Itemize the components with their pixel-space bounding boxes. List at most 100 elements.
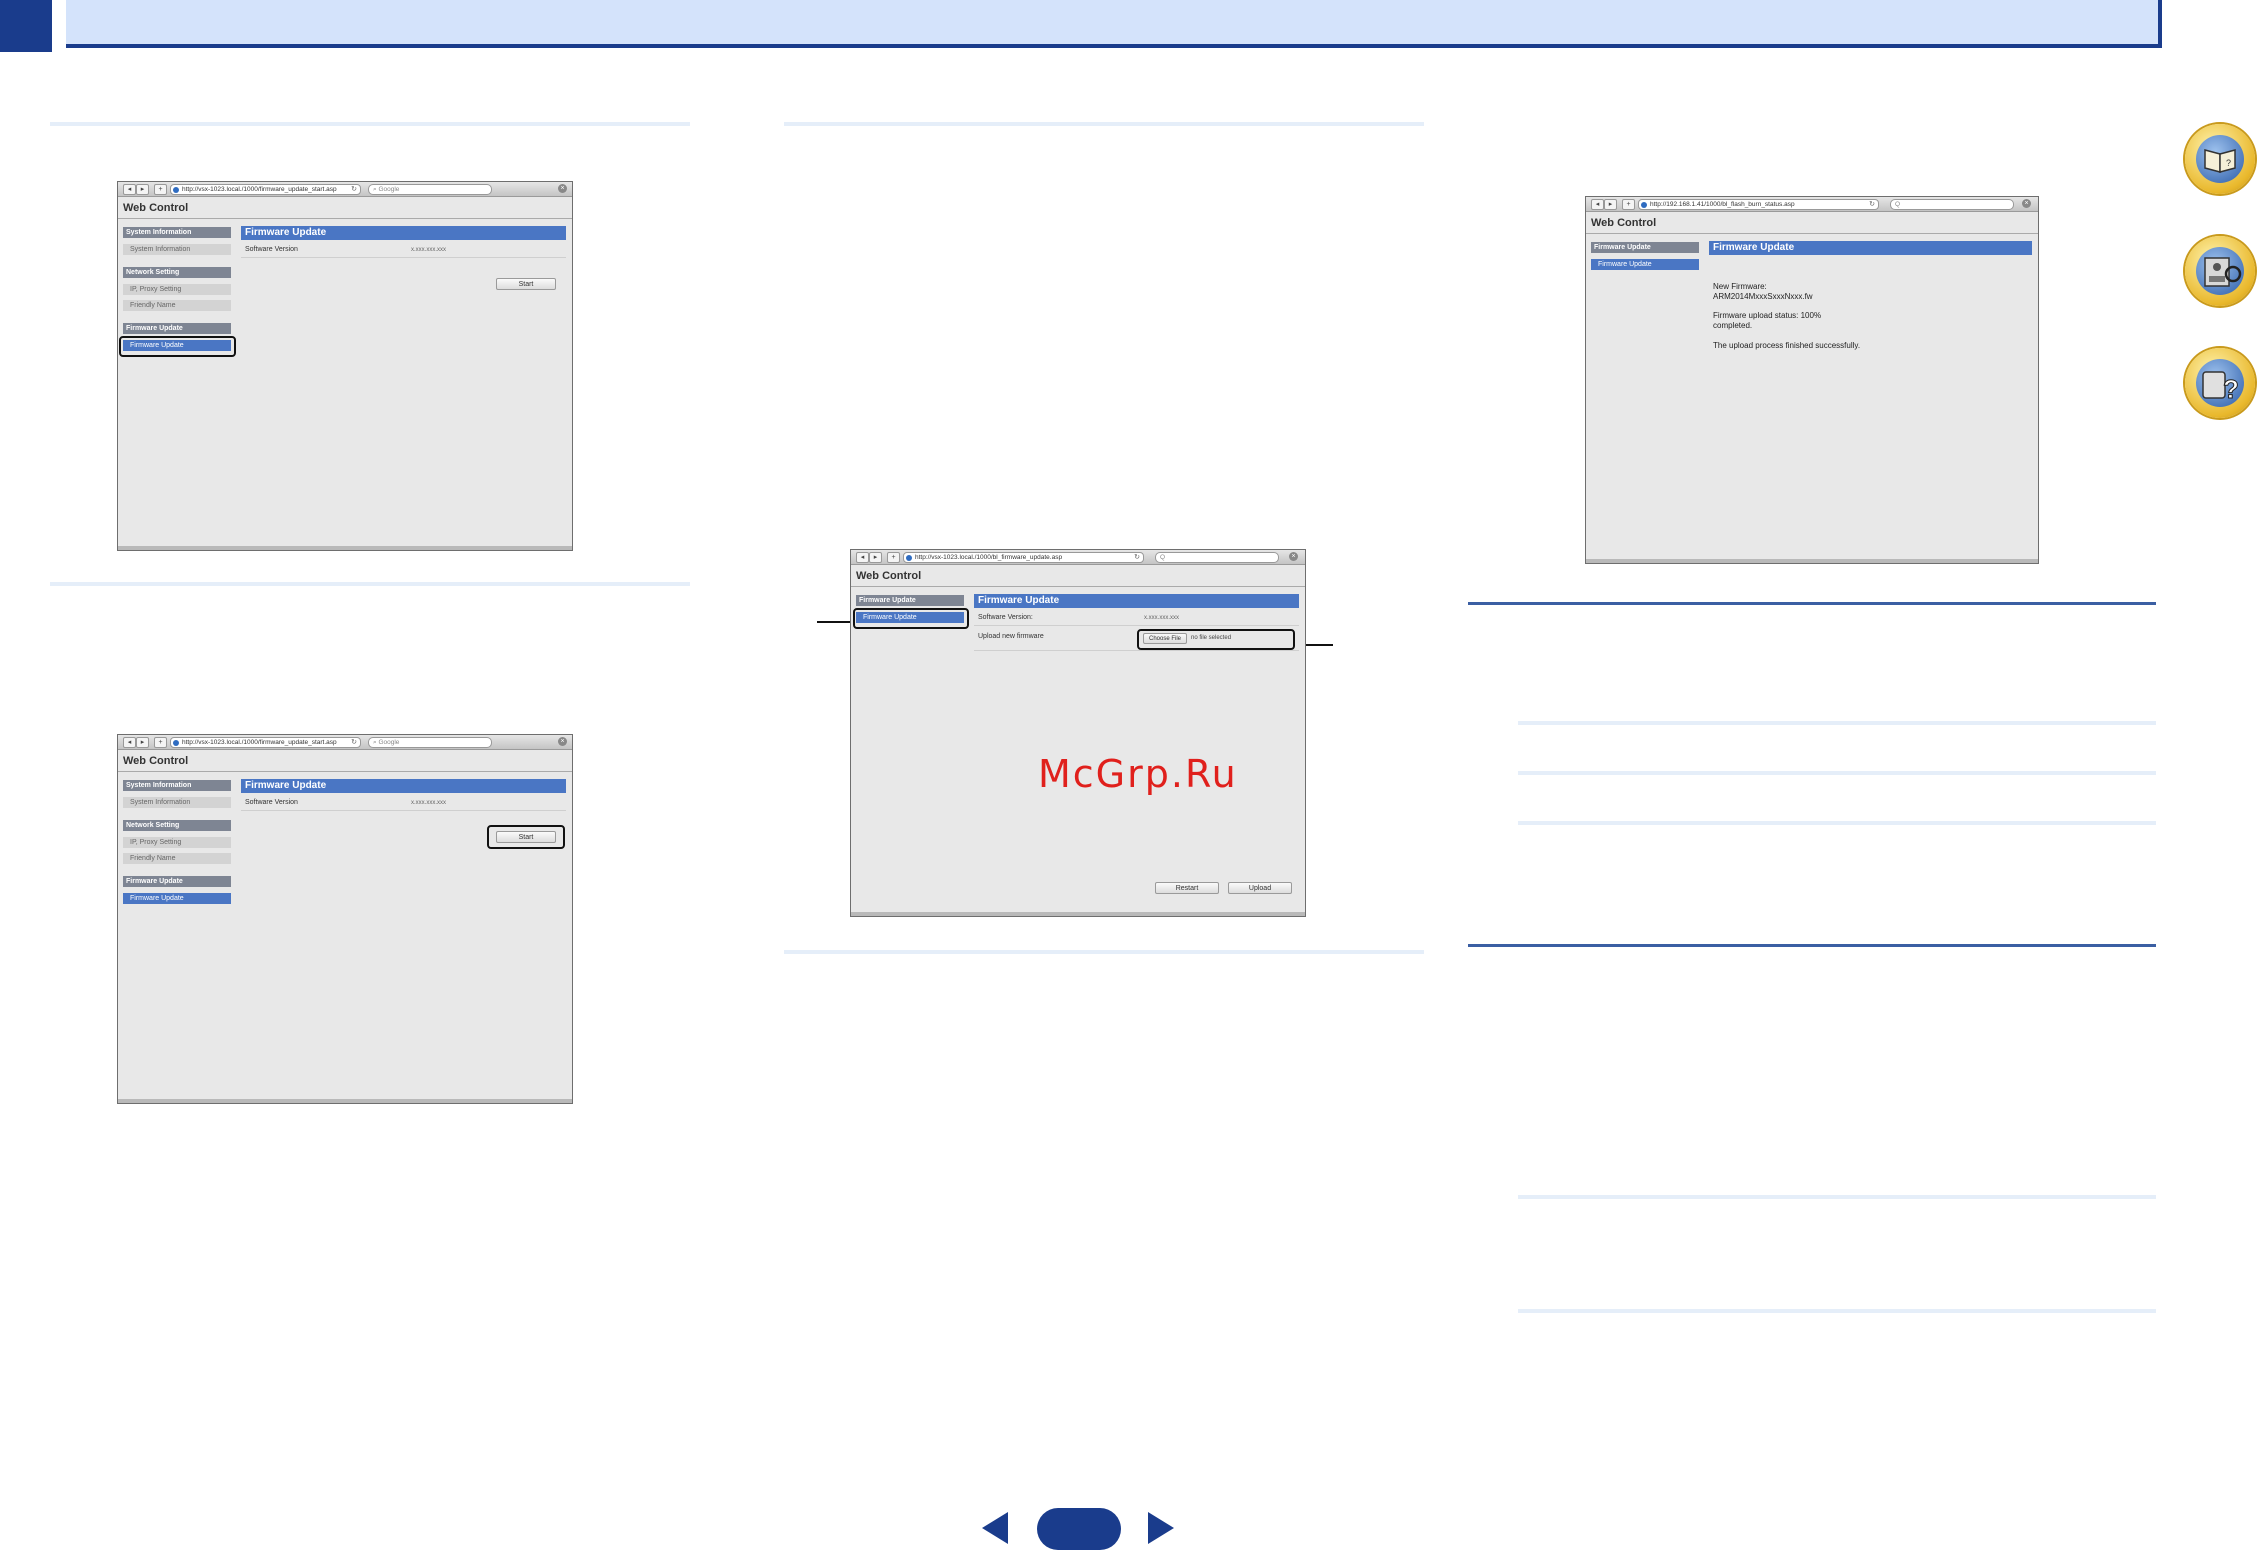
add-tab-icon[interactable]: + bbox=[154, 184, 167, 195]
reload-icon[interactable]: ↻ bbox=[351, 738, 357, 747]
status-bar bbox=[1586, 559, 2038, 563]
new-firmware-filename: ARM2014MxxxSxxxNxxx.fw bbox=[1713, 292, 1813, 301]
software-version-value: x.xxx.xxx.xxx bbox=[411, 800, 447, 806]
section-divider bbox=[1518, 721, 2156, 725]
forward-icon[interactable]: ▸ bbox=[1604, 199, 1617, 210]
address-bar[interactable]: http://vsx-1023.local./1000/bl_firmware_… bbox=[903, 552, 1144, 563]
section-divider bbox=[1468, 602, 2156, 605]
globe-icon bbox=[173, 186, 179, 193]
sidebar-item-ip-proxy[interactable]: IP, Proxy Setting bbox=[123, 837, 231, 848]
callout-box bbox=[119, 336, 236, 357]
search-field[interactable]: Q bbox=[1155, 552, 1279, 563]
watermark-text: McGrp.Ru bbox=[1038, 752, 1238, 796]
screenshot-firmware-start: ◂ ▸ + http://vsx-1023.local./1000/firmwa… bbox=[117, 181, 573, 551]
start-button[interactable]: Start bbox=[496, 278, 556, 290]
search-field[interactable]: Q bbox=[1890, 199, 2014, 210]
section-divider bbox=[784, 950, 1424, 954]
screenshot-upload-firmware: ◂ ▸ + http://vsx-1023.local./1000/bl_fir… bbox=[850, 549, 1306, 917]
header-band bbox=[66, 0, 2162, 48]
page-number-pill[interactable] bbox=[1037, 1508, 1121, 1550]
sidebar-head-firmware: Firmware Update bbox=[123, 876, 231, 887]
close-icon[interactable]: × bbox=[1289, 552, 1298, 561]
web-control-title: Web Control bbox=[123, 755, 189, 767]
status-bar bbox=[118, 546, 572, 550]
sidebar-item-firmware-update[interactable]: Firmware Update bbox=[123, 893, 231, 904]
address-bar[interactable]: http://192.168.1.41/1000/bl_flash_burn_s… bbox=[1638, 199, 1879, 210]
sidebar-item-friendly-name[interactable]: Friendly Name bbox=[123, 853, 231, 864]
browser-toolbar: ◂ ▸ + http://192.168.1.41/1000/bl_flash_… bbox=[1586, 197, 2038, 212]
back-icon[interactable]: ◂ bbox=[123, 737, 136, 748]
title-divider bbox=[851, 586, 1305, 587]
header-tab-block bbox=[0, 0, 52, 52]
address-bar[interactable]: http://vsx-1023.local./1000/firmware_upd… bbox=[170, 184, 361, 195]
svg-text:?: ? bbox=[2223, 374, 2239, 404]
sidebar-item-friendly-name[interactable]: Friendly Name bbox=[123, 300, 231, 311]
globe-icon bbox=[1641, 201, 1647, 208]
main-heading: Firmware Update bbox=[241, 779, 566, 793]
close-icon[interactable]: × bbox=[558, 737, 567, 746]
close-icon[interactable]: × bbox=[2022, 199, 2031, 208]
row-divider bbox=[974, 650, 1299, 651]
sidebar-head-firmware: Firmware Update bbox=[1591, 242, 1699, 253]
web-control-title: Web Control bbox=[856, 570, 922, 582]
previous-page-icon[interactable] bbox=[980, 1510, 1010, 1546]
forward-icon[interactable]: ▸ bbox=[136, 737, 149, 748]
receiver-icon[interactable] bbox=[2185, 236, 2255, 306]
callout-box bbox=[853, 608, 969, 629]
manual-book-icon[interactable]: ? bbox=[2185, 124, 2255, 194]
close-icon[interactable]: × bbox=[558, 184, 567, 193]
reload-icon[interactable]: ↻ bbox=[1869, 200, 1875, 209]
restart-button[interactable]: Restart bbox=[1155, 882, 1219, 894]
address-bar[interactable]: http://vsx-1023.local./1000/firmware_upd… bbox=[170, 737, 361, 748]
sidebar-head-system: System Information bbox=[123, 780, 231, 791]
sidebar-item-system-information[interactable]: System Information bbox=[123, 244, 231, 255]
row-divider bbox=[974, 625, 1299, 626]
row-divider bbox=[241, 257, 566, 258]
sidebar-item-firmware-update[interactable]: Firmware Update bbox=[1591, 259, 1699, 270]
software-version-value: x.xxx.xxx.xxx bbox=[411, 247, 447, 253]
callout-box bbox=[487, 825, 565, 849]
upload-firmware-label: Upload new firmware bbox=[978, 633, 1044, 640]
row-divider bbox=[241, 810, 566, 811]
section-divider bbox=[50, 582, 690, 586]
remote-help-icon[interactable]: ? bbox=[2185, 348, 2255, 418]
next-page-icon[interactable] bbox=[1146, 1510, 1176, 1546]
sidebar-head-system: System Information bbox=[123, 227, 231, 238]
search-field[interactable]: ⌕ Google bbox=[368, 737, 492, 748]
main-heading: Firmware Update bbox=[1709, 241, 2032, 255]
back-icon[interactable]: ◂ bbox=[856, 552, 869, 563]
sidebar-item-system-information[interactable]: System Information bbox=[123, 797, 231, 808]
status-bar bbox=[118, 1099, 572, 1103]
browser-toolbar: ◂ ▸ + http://vsx-1023.local./1000/firmwa… bbox=[118, 735, 572, 750]
reload-icon[interactable]: ↻ bbox=[1134, 553, 1140, 562]
main-heading: Firmware Update bbox=[241, 226, 566, 240]
web-control-title: Web Control bbox=[1591, 217, 1657, 229]
add-tab-icon[interactable]: + bbox=[154, 737, 167, 748]
title-divider bbox=[118, 218, 572, 219]
new-firmware-label: New Firmware: bbox=[1713, 282, 1767, 291]
title-divider bbox=[118, 771, 572, 772]
reload-icon[interactable]: ↻ bbox=[351, 185, 357, 194]
software-version-label: Software Version bbox=[245, 799, 298, 806]
sidebar-item-ip-proxy[interactable]: IP, Proxy Setting bbox=[123, 284, 231, 295]
sidebar-head-network: Network Setting bbox=[123, 820, 231, 831]
upload-status-completed: completed. bbox=[1713, 321, 1753, 330]
sidebar-head-firmware: Firmware Update bbox=[123, 323, 231, 334]
remote-help-glyph: ? bbox=[2202, 371, 2239, 405]
section-divider bbox=[1518, 821, 2156, 825]
upload-button[interactable]: Upload bbox=[1228, 882, 1292, 894]
back-icon[interactable]: ◂ bbox=[123, 184, 136, 195]
forward-icon[interactable]: ▸ bbox=[869, 552, 882, 563]
software-version-label: Software Version bbox=[245, 246, 298, 253]
forward-icon[interactable]: ▸ bbox=[136, 184, 149, 195]
globe-icon bbox=[906, 554, 912, 561]
add-tab-icon[interactable]: + bbox=[887, 552, 900, 563]
sidebar-head-network: Network Setting bbox=[123, 267, 231, 278]
section-divider bbox=[50, 122, 690, 126]
add-tab-icon[interactable]: + bbox=[1622, 199, 1635, 210]
title-divider bbox=[1586, 233, 2038, 234]
status-bar bbox=[851, 912, 1305, 916]
book-glyph: ? bbox=[2204, 149, 2236, 173]
back-icon[interactable]: ◂ bbox=[1591, 199, 1604, 210]
search-field[interactable]: ⌕ Google bbox=[368, 184, 492, 195]
